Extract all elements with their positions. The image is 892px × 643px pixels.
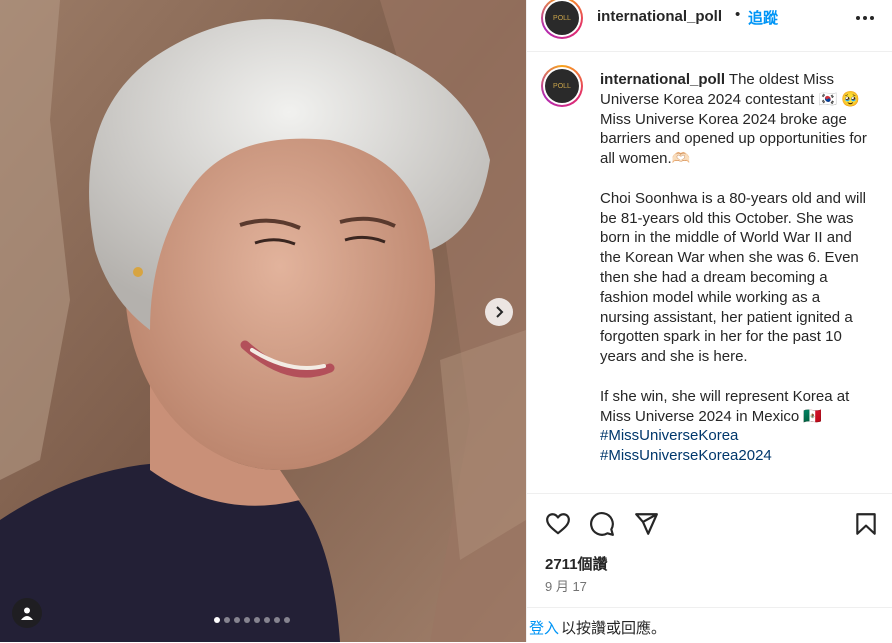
post-photo[interactable] — [0, 0, 526, 642]
carousel-dot — [254, 617, 260, 623]
avatar-logo: POLL — [545, 1, 579, 35]
like-count[interactable]: 2711個讚 — [545, 553, 608, 574]
bookmark-icon — [856, 513, 876, 535]
user-icon — [21, 607, 33, 620]
comment-icon — [590, 512, 614, 536]
carousel-dot — [214, 617, 220, 623]
post-date[interactable]: 9 月 17 — [545, 576, 587, 595]
separator-dot: • — [735, 6, 741, 23]
portrait-image — [0, 0, 526, 642]
carousel-dot — [224, 617, 230, 623]
carousel-dot — [244, 617, 250, 623]
save-button[interactable] — [853, 511, 879, 537]
carousel-dot — [264, 617, 270, 623]
more-options-button[interactable] — [853, 6, 877, 30]
post-side-panel: POLL international_poll • 追蹤 POLL intern… — [526, 0, 892, 642]
carousel-dot — [284, 617, 290, 623]
avatar-logo: POLL — [545, 69, 579, 103]
carousel-indicator — [214, 617, 290, 623]
caption-username[interactable]: international_poll — [600, 71, 725, 88]
like-button[interactable] — [545, 511, 571, 537]
post-header: POLL international_poll • 追蹤 — [527, 0, 892, 52]
send-icon — [635, 513, 658, 535]
carousel-dot — [234, 617, 240, 623]
header-username[interactable]: international_poll — [597, 8, 722, 25]
next-image-button[interactable] — [485, 298, 513, 326]
action-bar — [527, 493, 892, 554]
caption-area: POLL international_poll The oldest Miss … — [527, 52, 892, 493]
carousel-dot — [274, 617, 280, 623]
login-link[interactable]: 登入 — [529, 617, 559, 638]
more-icon — [856, 16, 874, 20]
caption-avatar[interactable]: POLL — [541, 65, 583, 107]
hashtag-link[interactable]: #MissUniverseKorea2024 — [600, 446, 870, 466]
caption-body: The oldest Miss Universe Korea 2024 cont… — [600, 71, 867, 425]
chevron-right-icon — [496, 306, 504, 318]
avatar[interactable]: POLL — [541, 0, 583, 39]
comment-button[interactable] — [589, 511, 615, 537]
login-prompt-text: 以按讚或回應。 — [561, 620, 667, 637]
caption-text: international_poll The oldest Miss Unive… — [600, 70, 870, 466]
hashtag-link[interactable]: #MissUniverseKorea — [600, 426, 870, 446]
tagged-users-button[interactable] — [12, 598, 42, 628]
share-button[interactable] — [633, 511, 659, 537]
follow-button[interactable]: 追蹤 — [748, 7, 778, 28]
heart-icon — [546, 513, 570, 535]
login-prompt: 登入 以按讚或回應。 — [527, 607, 892, 643]
